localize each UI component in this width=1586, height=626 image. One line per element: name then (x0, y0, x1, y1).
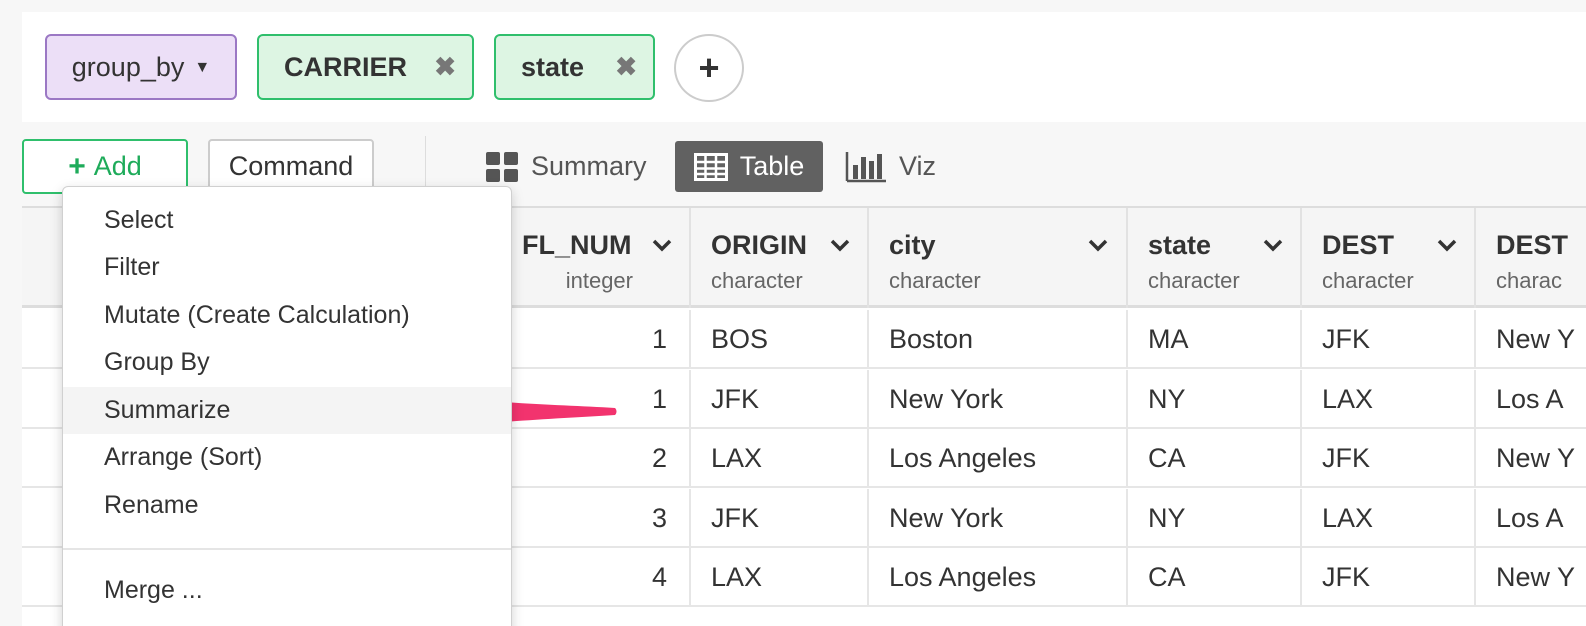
caret-down-icon: ▼ (194, 59, 211, 76)
remove-icon[interactable]: ✖ (615, 52, 637, 83)
table-cell: New York (869, 488, 1128, 548)
column-name: FL_NUM (522, 230, 632, 260)
tab-viz[interactable]: Viz (845, 141, 936, 192)
group-by-label: group_by (71, 51, 185, 82)
column-header[interactable]: city character (869, 208, 1128, 308)
table-cell: New Y (1496, 562, 1576, 592)
chevron-down-icon[interactable] (1262, 234, 1284, 256)
table-cell: NY (1128, 369, 1302, 429)
table-cell: NY (1128, 488, 1302, 548)
group-column-chip[interactable]: CARRIER ✖ (257, 34, 474, 100)
column-name: DEST (1322, 230, 1395, 260)
menu-item-merge[interactable]: Merge ... (63, 567, 511, 614)
column-type: charac (1496, 268, 1563, 293)
table-cell: LAX (1302, 488, 1476, 548)
table-cell: Boston (869, 310, 1128, 369)
chevron-down-icon[interactable] (829, 234, 851, 256)
summary-grid-icon (486, 151, 518, 182)
chevron-down-icon[interactable] (1436, 234, 1458, 256)
menu-item-summarize[interactable]: Summarize (63, 387, 511, 434)
table-cell: New Y (1496, 324, 1576, 354)
menu-item-select[interactable]: Select (63, 197, 511, 244)
table-cell: Los Angeles (869, 429, 1128, 488)
group-by-step-chip[interactable]: group_by ▼ (45, 34, 237, 100)
plus-icon: + (698, 47, 720, 88)
add-step-menu: Select Filter Mutate (Create Calculation… (62, 186, 512, 626)
column-type: character (711, 268, 803, 293)
column-name: city (889, 230, 936, 260)
add-label: Add (93, 151, 142, 181)
table-cell: JFK (1302, 429, 1476, 488)
menu-item-mutate[interactable]: Mutate (Create Calculation) (63, 292, 511, 339)
app-root: group_by ▼ CARRIER ✖ state ✖ + + Add Com… (0, 0, 1586, 626)
command-label: Command (228, 151, 354, 181)
chevron-down-icon[interactable] (1087, 234, 1109, 256)
menu-item-filter[interactable]: Filter (63, 244, 511, 291)
table-cell: Los Angeles (869, 548, 1128, 607)
group-column-label: state (521, 51, 585, 82)
column-header[interactable]: DEST charac (1476, 208, 1586, 308)
table-cell: LAX (691, 548, 869, 607)
menu-item-arrange[interactable]: Arrange (Sort) (63, 434, 511, 481)
tab-table-label: Table (739, 151, 805, 181)
table-cell: MA (1128, 310, 1302, 369)
chevron-down-icon[interactable] (651, 234, 673, 256)
bar-chart-icon (845, 151, 886, 182)
tab-summary-label: Summary (531, 151, 647, 181)
table-cell: New Y (1496, 443, 1576, 473)
group-column-chip[interactable]: state ✖ (494, 34, 655, 100)
column-type: integer (565, 268, 633, 293)
tab-viz-label: Viz (899, 151, 937, 181)
plus-icon: + (68, 149, 86, 183)
menu-divider (63, 548, 511, 550)
table-cell: Los A (1496, 502, 1564, 533)
tab-summary[interactable]: Summary (485, 141, 647, 192)
table-cell: 4 (510, 548, 691, 607)
column-name: state (1148, 230, 1212, 260)
group-column-label: CARRIER (284, 51, 408, 82)
table-cell: BOS (691, 310, 869, 369)
table-cell: Los A (1496, 383, 1564, 414)
menu-item-rename[interactable]: Rename (63, 482, 511, 529)
table-cell: LAX (1302, 369, 1476, 429)
column-name: DEST (1496, 230, 1569, 260)
column-header[interactable]: ORIGIN character (691, 208, 869, 308)
remove-icon[interactable]: ✖ (434, 52, 456, 83)
add-group-column-button[interactable]: + (674, 34, 744, 102)
column-header[interactable]: DEST character (1302, 208, 1476, 308)
column-name: ORIGIN (711, 230, 808, 260)
tab-table[interactable]: Table (675, 141, 823, 192)
table-cell: CA (1128, 429, 1302, 488)
column-header[interactable]: FL_NUM integer (510, 208, 691, 308)
table-cell: CA (1128, 548, 1302, 607)
table-cell: New York (869, 369, 1128, 429)
column-type: character (1322, 268, 1414, 293)
column-header[interactable]: state character (1128, 208, 1302, 308)
table-cell: 1 (510, 310, 691, 369)
table-cell: 3 (510, 488, 691, 548)
table-icon (693, 152, 728, 181)
column-type: character (1148, 268, 1240, 293)
menu-item-group-by[interactable]: Group By (63, 339, 511, 386)
table-cell: JFK (691, 488, 869, 548)
table-cell: LAX (691, 429, 869, 488)
step-bar: group_by ▼ CARRIER ✖ state ✖ + (22, 12, 1586, 122)
table-cell: JFK (691, 369, 869, 429)
table-cell: JFK (1302, 310, 1476, 369)
table-cell: JFK (1302, 548, 1476, 607)
column-type: character (889, 268, 981, 293)
